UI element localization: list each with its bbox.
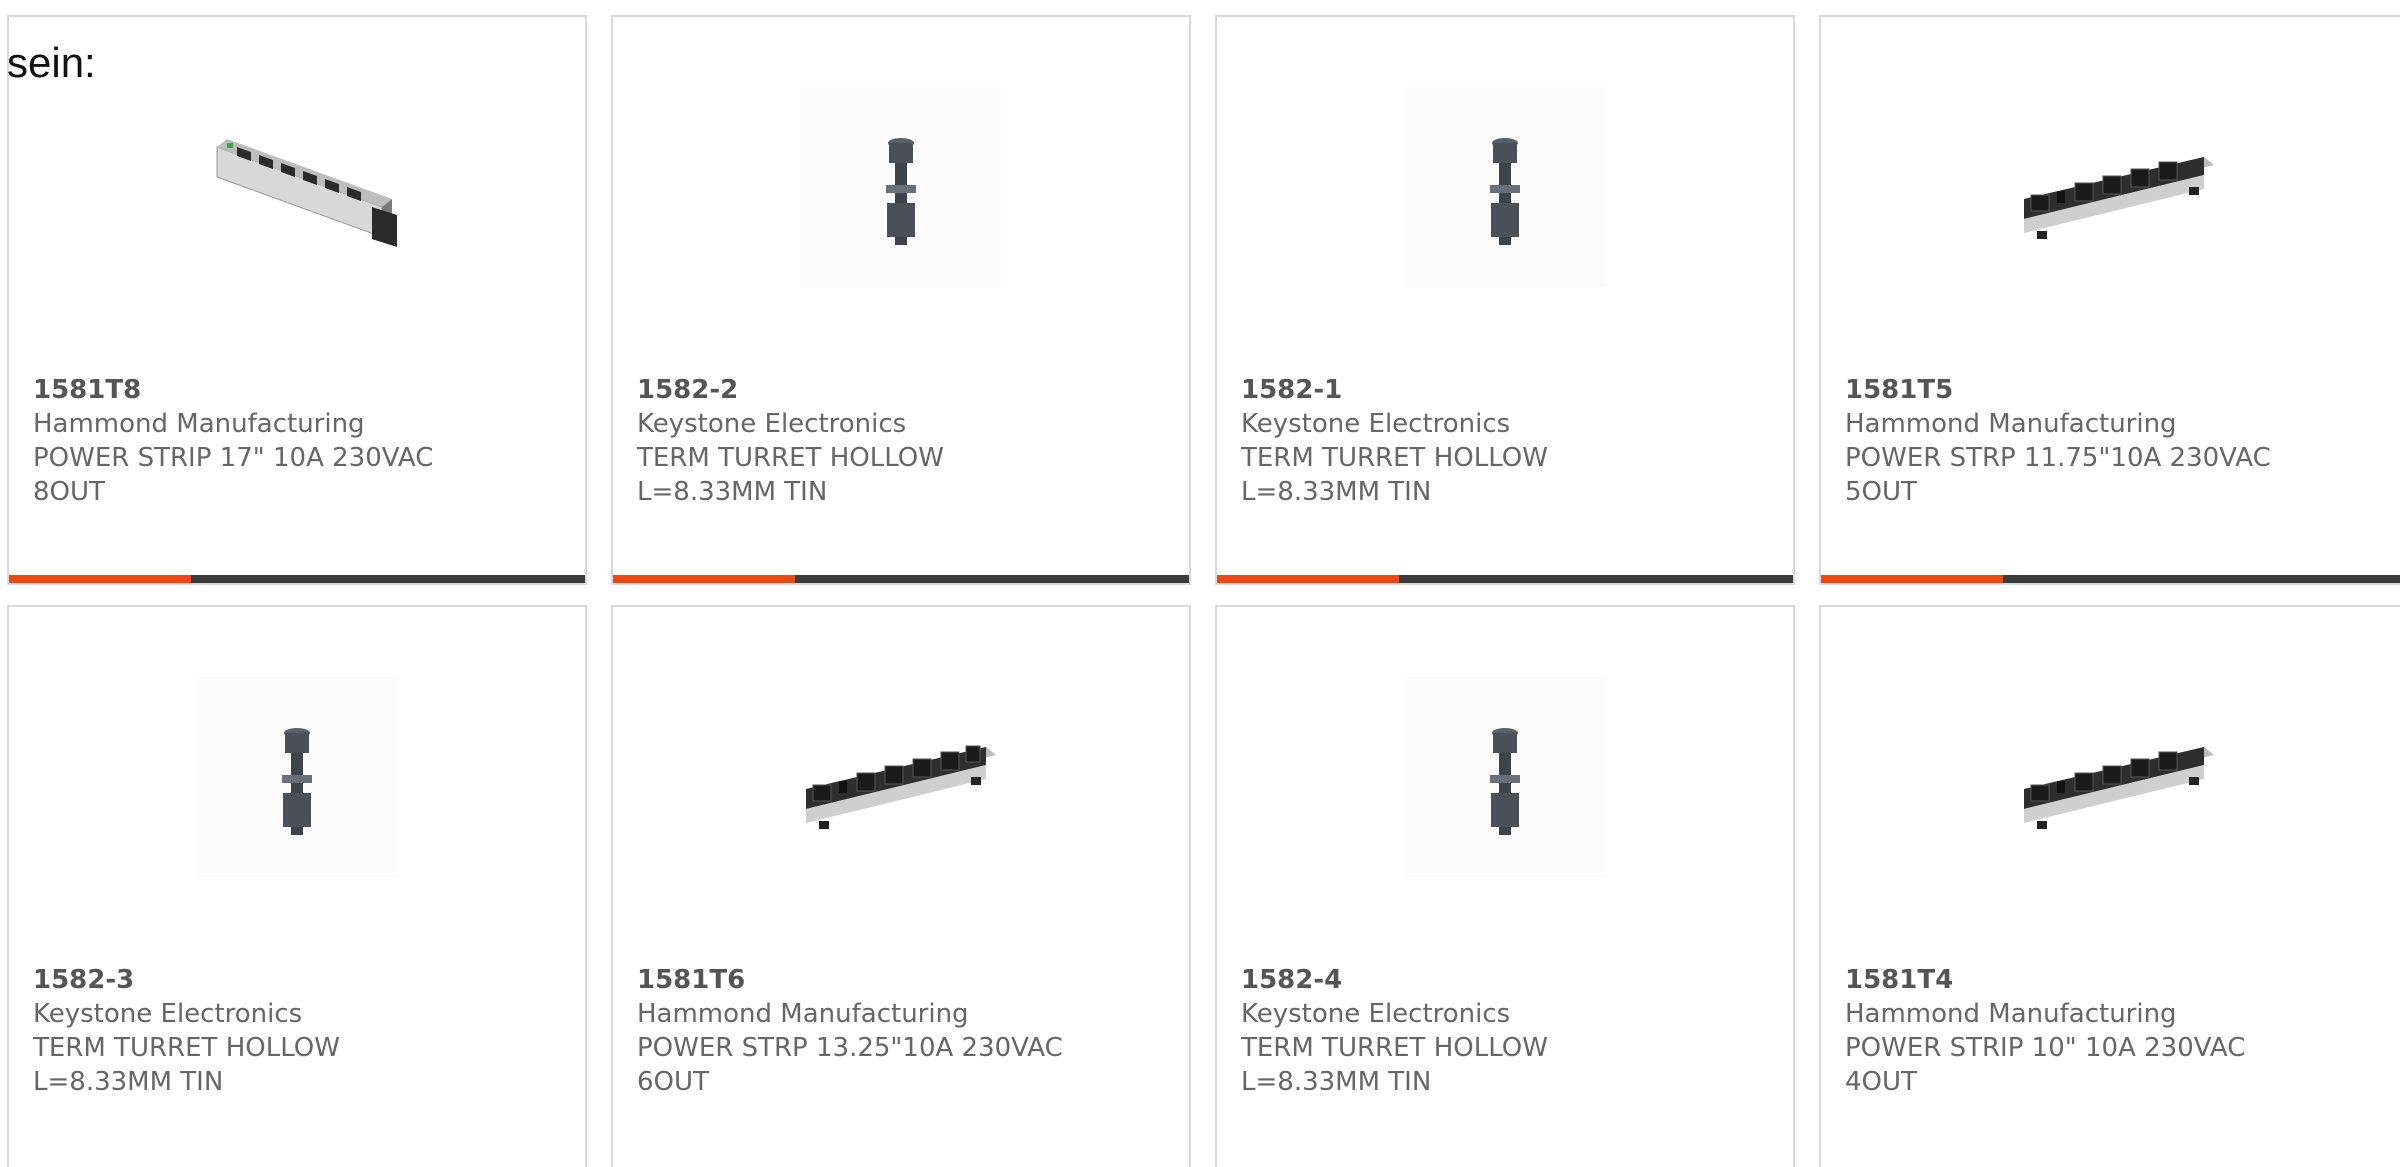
description-line-2: L=8.33MM TIN — [1241, 1067, 1432, 1097]
product-info: 1581T5 Hammond Manufacturing POWER STRP … — [1845, 373, 2400, 509]
product-info: 1581T6 Hammond Manufacturing POWER STRP … — [637, 963, 1179, 1099]
part-number[interactable]: 1581T6 — [637, 963, 1179, 997]
card-progress-bar — [9, 575, 585, 583]
part-number[interactable]: 1582-3 — [33, 963, 575, 997]
turret-terminal-icon[interactable] — [801, 87, 1001, 287]
manufacturer: Hammond Manufacturing — [1845, 409, 2177, 439]
card-progress-bar — [1217, 575, 1793, 583]
part-number[interactable]: 1582-2 — [637, 373, 1179, 407]
product-card[interactable]: 1581T5 Hammond Manufacturing POWER STRP … — [1819, 15, 2400, 585]
turret-terminal-icon[interactable] — [1405, 677, 1605, 877]
description-line-1: POWER STRP 11.75"10A 230VAC — [1845, 443, 2271, 473]
description-line-2: 5OUT — [1845, 477, 1917, 507]
product-info: 1582-3 Keystone Electronics TERM TURRET … — [33, 963, 575, 1099]
power-strip-icon[interactable] — [801, 677, 1001, 877]
card-progress-bar — [613, 575, 1189, 583]
part-number[interactable]: 1582-4 — [1241, 963, 1783, 997]
product-card[interactable]: 1581T8 Hammond Manufacturing POWER STRIP… — [7, 15, 587, 585]
description-line-2: L=8.33MM TIN — [33, 1067, 224, 1097]
description-line-1: POWER STRIP 10" 10A 230VAC — [1845, 1033, 2246, 1063]
part-number[interactable]: 1582-1 — [1241, 373, 1783, 407]
product-card[interactable]: 1582-4 Keystone Electronics TERM TURRET … — [1215, 605, 1795, 1167]
product-card[interactable]: 1581T4 Hammond Manufacturing POWER STRIP… — [1819, 605, 2400, 1167]
heading-fragment: sein: — [7, 39, 96, 86]
part-number[interactable]: 1581T5 — [1845, 373, 2400, 407]
description-line-2: L=8.33MM TIN — [1241, 477, 1432, 507]
manufacturer: Keystone Electronics — [1241, 409, 1511, 439]
description-line-1: TERM TURRET HOLLOW — [1241, 443, 1548, 473]
part-number[interactable]: 1581T4 — [1845, 963, 2400, 997]
description-line-1: POWER STRIP 17" 10A 230VAC — [33, 443, 434, 473]
product-grid-page: sein: 1581T8 Hammond Manufacturing POWER… — [0, 0, 2400, 1167]
product-info: 1581T8 Hammond Manufacturing POWER STRIP… — [33, 373, 575, 509]
product-card[interactable]: 1582-2 Keystone Electronics TERM TURRET … — [611, 15, 1191, 585]
turret-terminal-icon[interactable] — [197, 677, 397, 877]
bar-accent — [613, 575, 795, 583]
power-strip-icon[interactable] — [2019, 677, 2219, 877]
power-strip-angled-icon[interactable] — [197, 87, 397, 287]
description-line-1: POWER STRP 13.25"10A 230VAC — [637, 1033, 1063, 1063]
manufacturer: Keystone Electronics — [637, 409, 907, 439]
product-info: 1582-1 Keystone Electronics TERM TURRET … — [1241, 373, 1783, 509]
manufacturer: Hammond Manufacturing — [33, 409, 365, 439]
description-line-1: TERM TURRET HOLLOW — [1241, 1033, 1548, 1063]
bar-accent — [9, 575, 191, 583]
description-line-2: 6OUT — [637, 1067, 709, 1097]
product-card[interactable]: 1582-1 Keystone Electronics TERM TURRET … — [1215, 15, 1795, 585]
manufacturer: Keystone Electronics — [33, 999, 303, 1029]
manufacturer: Keystone Electronics — [1241, 999, 1511, 1029]
description-line-2: 8OUT — [33, 477, 105, 507]
product-info: 1582-4 Keystone Electronics TERM TURRET … — [1241, 963, 1783, 1099]
description-line-2: 4OUT — [1845, 1067, 1917, 1097]
manufacturer: Hammond Manufacturing — [637, 999, 969, 1029]
description-line-2: L=8.33MM TIN — [637, 477, 828, 507]
description-line-1: TERM TURRET HOLLOW — [637, 443, 944, 473]
power-strip-icon[interactable] — [2019, 87, 2219, 287]
card-progress-bar — [1821, 575, 2400, 583]
turret-terminal-icon[interactable] — [1405, 87, 1605, 287]
product-card[interactable]: 1582-3 Keystone Electronics TERM TURRET … — [7, 605, 587, 1167]
manufacturer: Hammond Manufacturing — [1845, 999, 2177, 1029]
part-number[interactable]: 1581T8 — [33, 373, 575, 407]
bar-accent — [1217, 575, 1399, 583]
bar-accent — [1821, 575, 2003, 583]
product-info: 1581T4 Hammond Manufacturing POWER STRIP… — [1845, 963, 2400, 1099]
product-card[interactable]: 1581T6 Hammond Manufacturing POWER STRP … — [611, 605, 1191, 1167]
description-line-1: TERM TURRET HOLLOW — [33, 1033, 340, 1063]
product-info: 1582-2 Keystone Electronics TERM TURRET … — [637, 373, 1179, 509]
